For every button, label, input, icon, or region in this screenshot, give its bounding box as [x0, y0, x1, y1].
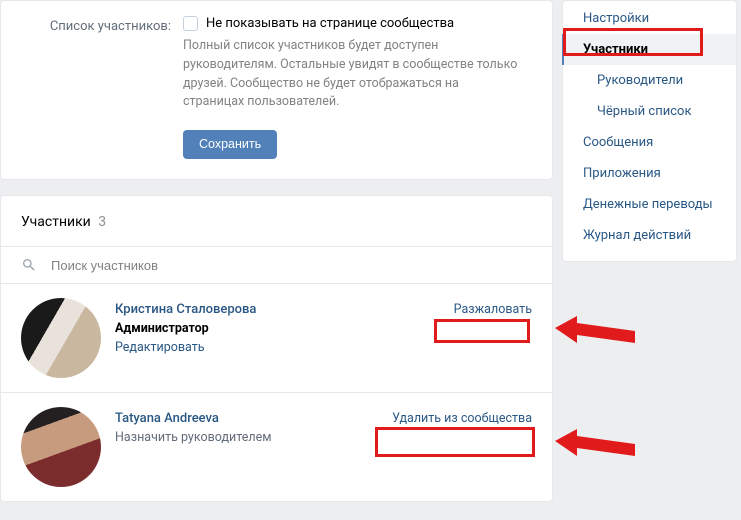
members-list-label: Список участников:	[21, 16, 183, 34]
sidebar-item-members[interactable]: Участники	[562, 34, 736, 65]
member-role: Администратор	[115, 321, 454, 336]
arrow-icon	[555, 313, 635, 351]
sidebar-item-managers[interactable]: Руководители	[563, 65, 736, 96]
save-button[interactable]: Сохранить	[183, 130, 277, 159]
hide-members-hint: Полный список участников будет доступен …	[183, 37, 532, 112]
members-header: Участники 3	[1, 196, 552, 246]
search-input[interactable]	[51, 258, 532, 273]
sidebar-item-settings[interactable]: Настройки	[563, 1, 736, 34]
arrow-icon	[555, 426, 635, 464]
members-search[interactable]	[1, 246, 552, 284]
member-row: Tatyana Andreeva Назначить руководителем…	[1, 393, 552, 501]
sidebar-item-transfers[interactable]: Денежные переводы	[563, 189, 736, 220]
member-edit-link[interactable]: Редактировать	[115, 340, 454, 355]
sidebar-item-messages[interactable]: Сообщения	[563, 127, 736, 158]
member-assign-link[interactable]: Назначить руководителем	[115, 430, 392, 445]
member-name[interactable]: Tatyana Andreeva	[115, 411, 392, 426]
avatar[interactable]	[21, 298, 101, 378]
settings-sidebar: Настройки Участники Руководители Чёрный …	[562, 0, 737, 262]
demote-link[interactable]: Разжаловать	[454, 302, 532, 317]
settings-block: Список участников: Не показывать на стра…	[0, 0, 553, 180]
avatar[interactable]	[21, 407, 101, 487]
members-block: Участники 3 Кристина Сталоверова Админис…	[0, 195, 553, 502]
sidebar-item-blacklist[interactable]: Чёрный список	[563, 96, 736, 127]
members-title: Участники	[21, 214, 91, 230]
sidebar-item-actionlog[interactable]: Журнал действий	[563, 220, 736, 251]
hide-members-checkbox[interactable]	[183, 16, 198, 31]
hide-members-checkbox-label: Не показывать на странице сообщества	[206, 16, 454, 31]
search-icon	[21, 257, 37, 273]
sidebar-item-apps[interactable]: Приложения	[563, 158, 736, 189]
member-row: Кристина Сталоверова Администратор Редак…	[1, 284, 552, 393]
members-count: 3	[98, 214, 106, 230]
remove-link[interactable]: Удалить из сообщества	[392, 411, 532, 426]
member-name[interactable]: Кристина Сталоверова	[115, 302, 454, 317]
